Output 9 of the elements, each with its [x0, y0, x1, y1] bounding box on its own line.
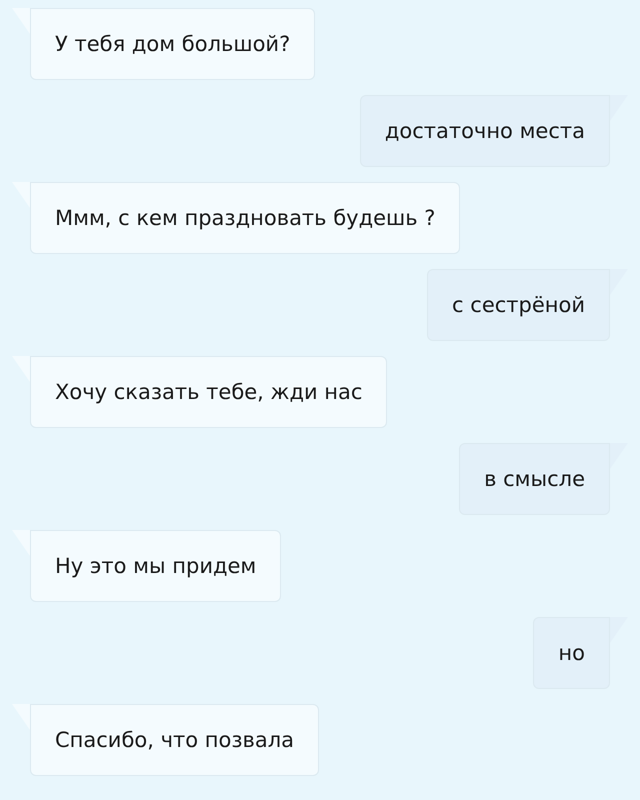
- message-bubble: но: [533, 617, 610, 689]
- message-bubble: У тебя дом большой?: [30, 8, 316, 80]
- message-bubble: Спасибо, что позвала: [30, 704, 320, 776]
- message-bubble: в смысле: [459, 443, 610, 515]
- message-bubble: Хочу сказать тебе, жди нас: [30, 356, 388, 428]
- message-bubble: достаточно места: [360, 95, 610, 167]
- message-bubble: с сестрёной: [427, 269, 610, 341]
- message-bubble: Ну это мы придем: [30, 530, 282, 602]
- message-bubble: Ммм, с кем праздновать будешь ?: [30, 182, 460, 254]
